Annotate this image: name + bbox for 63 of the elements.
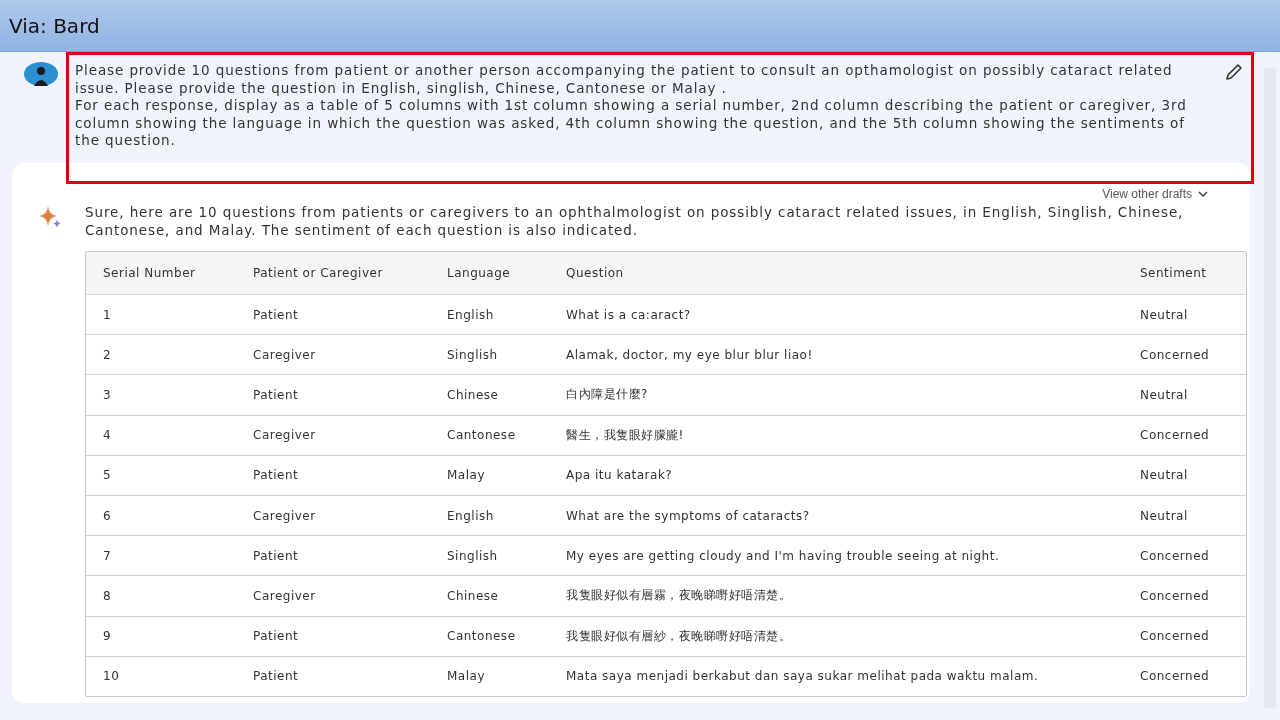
table-cell-text: Patient xyxy=(252,387,300,402)
table-cell-text: Malay xyxy=(446,468,486,483)
table-cell-text: What are the symptoms of cataracts? xyxy=(565,508,811,523)
column-header: Language xyxy=(446,266,512,280)
table-cell-text: Cantonese xyxy=(446,629,517,644)
table-cell-text: Patient xyxy=(252,548,300,563)
edit-icon[interactable] xyxy=(1224,62,1244,82)
table-cell-text: Patient xyxy=(252,669,300,684)
table-cell-text: Concerned xyxy=(1139,347,1211,362)
table-cell-text: 7 xyxy=(102,548,113,563)
table-cell-text: Neutral xyxy=(1139,468,1189,483)
table-cell-text: 4 xyxy=(102,428,113,443)
column-header: Patient or Caregiver xyxy=(252,266,384,280)
table-cell-text: Alamak, doctor, my eye blur blur liao! xyxy=(565,347,814,362)
table-cell-text: Patient xyxy=(252,468,300,483)
table-cell-text: Neutral xyxy=(1139,508,1189,523)
view-drafts-button[interactable]: View other drafts xyxy=(1102,187,1208,201)
avatar-icon xyxy=(24,62,58,86)
table-cell-text: Chinese xyxy=(446,387,500,402)
table-cell-text: Caregiver xyxy=(252,428,317,443)
table-cell-text: 我隻眼好似有層霧，夜晚睇嘢好唔清楚。 xyxy=(565,587,792,605)
table-cell-text: 1 xyxy=(102,307,113,322)
header-title: Via: Bard xyxy=(9,13,100,38)
table-cell-text: 2 xyxy=(102,347,113,362)
table-cell-text: 醫生，我隻眼好朦朧! xyxy=(565,426,685,444)
response-text: Sure, here are 10 questions from patients or caregivers to an ophthalmologist on possibly cataract related issues, in English, Singlish, Chinese, Cantonese, and Malay. The sentiment of each question is also indicated. xyxy=(85,204,1185,239)
table-cell-text: Chinese xyxy=(446,588,500,603)
table-cell-text: Patient xyxy=(252,629,300,644)
table-cell-text: Malay xyxy=(446,669,486,684)
table-cell-text: English xyxy=(446,307,495,322)
table-cell-text: 白內障是什麼? xyxy=(565,386,649,404)
table-cell-text: Singlish xyxy=(446,548,499,563)
table-cell-text: Caregiver xyxy=(252,588,317,603)
prompt-text: Please provide 10 questions from patient or another person accompanying the patient to consult an opthamologist on possibly cataract related issue. Please provide the question in English, singlish, Chinese, Cantonese or Malay . xyxy=(75,62,1174,97)
table-cell-text: 10 xyxy=(102,669,121,684)
table-cell-text: English xyxy=(446,508,495,523)
table-cell-text: 9 xyxy=(102,629,113,644)
table-cell-text: Caregiver xyxy=(252,347,317,362)
table-cell-text: My eyes are getting cloudy and I'm having trouble seeing at night. xyxy=(565,548,1001,563)
table-cell-text: Neutral xyxy=(1139,307,1189,322)
table-cell-text: Concerned xyxy=(1139,588,1211,603)
table-cell-text: 8 xyxy=(102,588,113,603)
table-cell-text: Concerned xyxy=(1139,548,1211,563)
column-header: Question xyxy=(565,266,625,280)
table-cell-text: Cantonese xyxy=(446,428,517,443)
table-cell-text: Concerned xyxy=(1139,428,1211,443)
table-cell-text: 3 xyxy=(102,387,113,402)
table-cell-text: Concerned xyxy=(1139,669,1211,684)
table-cell-text: Concerned xyxy=(1139,629,1211,644)
table-cell-text: Patient xyxy=(252,307,300,322)
table-cell-text: Neutral xyxy=(1139,387,1189,402)
table-cell-text: Caregiver xyxy=(252,508,317,523)
chevron-icon xyxy=(1198,190,1208,198)
table-cell-text: 6 xyxy=(102,508,113,523)
table-cell-text: 我隻眼好似有層紗，夜晚睇嘢好唔清楚。 xyxy=(565,627,792,645)
table-cell-text: Apa itu katarak? xyxy=(565,468,674,483)
column-header: Sentiment xyxy=(1139,266,1208,280)
table-cell-text: 5 xyxy=(102,468,113,483)
column-header: Serial Number xyxy=(102,266,197,280)
table-cell-text: Mata saya menjadi berkabut dan saya sukar melihat pada waktu malam. xyxy=(565,669,1040,684)
table-cell-text: What is a ca:aract? xyxy=(565,307,692,322)
table-cell-text: Singlish xyxy=(446,347,499,362)
prompt-text: For each response, display as a table of 5 columns with 1st column showing a serial number, 2nd column describing the patient or caregiver, 3rd column showing the language in which the question was asked, 4th column showing the question, and the 5th column showing the sentiments of the question. xyxy=(75,97,1188,150)
